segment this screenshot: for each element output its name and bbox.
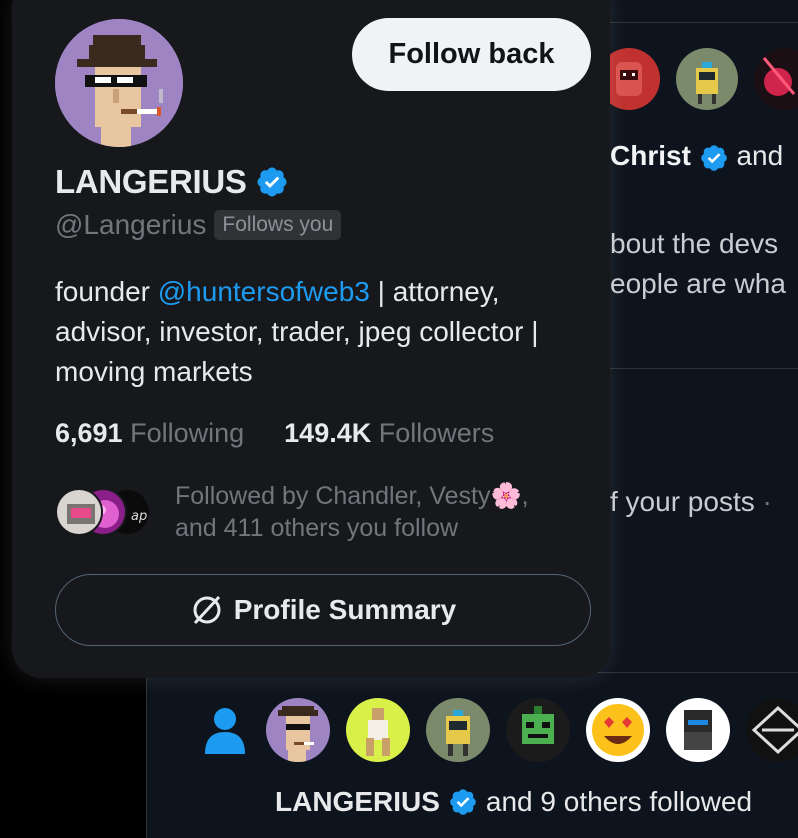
follower-avatar[interactable]: [266, 698, 330, 762]
follow-back-button[interactable]: Follow back: [352, 18, 591, 91]
bio-mention-link[interactable]: @huntersofweb3: [158, 276, 370, 307]
profile-stats: 6,691 Following 149.4K Followers: [55, 418, 494, 449]
follower-avatar[interactable]: [426, 698, 490, 762]
mutual-avatar: [55, 488, 103, 536]
verified-badge-icon: [257, 167, 287, 197]
mutual-avatars: ap: [55, 488, 151, 536]
following-stat[interactable]: 6,691 Following: [55, 418, 244, 449]
verified-badge-icon: [700, 144, 727, 171]
followers-stat[interactable]: 149.4K Followers: [284, 418, 494, 449]
profile-handle-row: @Langerius Follows you: [55, 209, 342, 241]
follower-avatar[interactable]: [346, 698, 410, 762]
profile-handle[interactable]: @Langerius: [55, 209, 206, 241]
mutual-followers-text: Followed by Chandler, Vesty🌸, and 411 ot…: [175, 482, 529, 542]
follower-avatar[interactable]: [506, 698, 570, 762]
follow-notification-avatars: [200, 698, 798, 762]
mutual-followers[interactable]: ap Followed by Chandler, Vesty🌸, and 411…: [55, 480, 529, 544]
profile-hover-card: Follow back LANGERIUS @Langerius Follows…: [12, 0, 610, 678]
follower-avatar[interactable]: [586, 698, 650, 762]
feed-post-text: eople are wha: [610, 268, 786, 299]
profile-name-row: LANGERIUS: [55, 163, 289, 201]
profile-summary-button[interactable]: Profile Summary: [55, 574, 591, 646]
profile-summary-icon: [193, 595, 221, 625]
follower-avatar[interactable]: [746, 698, 798, 762]
follows-you-badge: Follows you: [214, 210, 342, 240]
verified-badge-icon: [450, 789, 476, 815]
notification-author[interactable]: LANGERIUS: [275, 786, 440, 818]
profile-avatar[interactable]: [55, 19, 183, 147]
feed-notification-text: f your posts ·: [610, 486, 772, 517]
profile-bio: founder @huntersofweb3 | attorney, advis…: [55, 276, 539, 387]
feed-post-text: bout the devs: [610, 228, 779, 259]
person-icon: [200, 705, 250, 755]
follower-avatar[interactable]: [666, 698, 730, 762]
svg-text:ap: ap: [131, 509, 147, 524]
feed-author-name[interactable]: Christ and: [610, 140, 783, 173]
follow-notification-caption: LANGERIUS and 9 others followed: [275, 786, 753, 818]
feed-avatar[interactable]: [676, 48, 738, 110]
display-name[interactable]: LANGERIUS: [55, 163, 247, 201]
